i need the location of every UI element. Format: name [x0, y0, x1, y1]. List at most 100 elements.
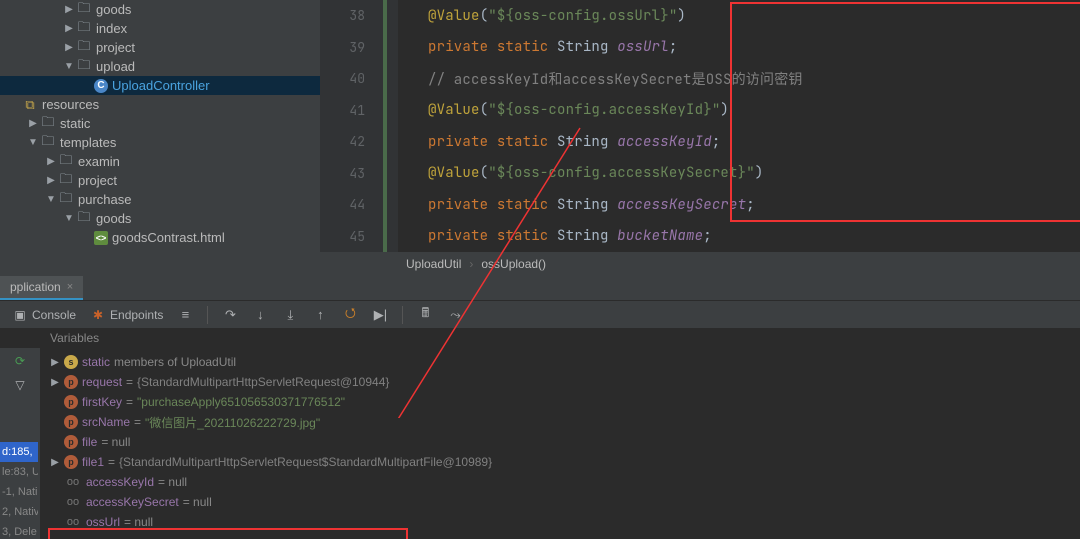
code-text[interactable]: private static String ossUrl;	[398, 38, 803, 56]
variable-row[interactable]: ▶pfile1 = {StandardMultipartHttpServletR…	[40, 452, 1080, 472]
code-line[interactable]: 42 private static String accessKeyId;	[320, 126, 803, 158]
line-number[interactable]: 39	[320, 32, 375, 64]
line-number[interactable]: 44	[320, 189, 375, 221]
code-text[interactable]: private static String accessKeySecret;	[398, 196, 803, 214]
caret-icon[interactable]: ▶	[64, 23, 74, 34]
caret-icon[interactable]: ▶	[64, 4, 74, 15]
code-editor[interactable]: 38 @Value("${oss-config.ossUrl}") 39 privat…	[320, 0, 1080, 276]
caret-icon[interactable]: ▶	[46, 175, 56, 186]
filter-icon[interactable]: ▽	[9, 376, 31, 394]
tree-item-uploadcontroller[interactable]: CUploadController	[0, 76, 320, 95]
variable-row[interactable]: ooaccessKeySecret = null	[40, 492, 1080, 512]
code-line[interactable]: 40 // accessKeyId和accessKeySecret是OSS的访问密…	[320, 63, 803, 95]
tree-item-label: goods	[96, 2, 131, 17]
caret-icon[interactable]: ▶	[64, 42, 74, 53]
tree-item-purchase[interactable]: ▼🗀purchase	[0, 190, 320, 209]
variable-name: ossUrl	[86, 515, 120, 529]
tree-item-goods[interactable]: ▼🗀goods	[0, 209, 320, 228]
code-text[interactable]: private static String bucketName;	[398, 227, 803, 245]
tab-endpoints[interactable]: ✱ Endpoints	[90, 307, 163, 323]
stack-frame[interactable]: -1, Nati	[0, 482, 38, 502]
tree-item-label: UploadController	[112, 78, 210, 93]
tree-item-templates[interactable]: ▼🗀templates	[0, 133, 320, 152]
gutter-mark	[375, 95, 398, 127]
debug-toolbar: ▣ Console ✱ Endpoints ≡ ↷ ↓ ⤓ ↑ ⭯ ▶| 🖩 ⤳	[0, 300, 1080, 328]
variable-name: request	[82, 375, 122, 389]
line-number[interactable]: 40	[320, 63, 375, 95]
code-text[interactable]: @Value("${oss-config.ossUrl}")	[398, 7, 803, 25]
code-line[interactable]: 43 @Value("${oss-config.accessKeySecret}"…	[320, 158, 803, 190]
evaluate-icon[interactable]: 🖩	[417, 307, 433, 323]
stack-frame[interactable]: 3, Dele	[0, 522, 38, 539]
frames-panel[interactable]: d:185,le:83, U-1, Nati2, Nativ3, Dele98,…	[0, 442, 38, 539]
code-text[interactable]: @Value("${oss-config.accessKeySecret}")	[398, 164, 803, 182]
variable-row[interactable]: ooaccessKeyId = null	[40, 472, 1080, 492]
code-text[interactable]: @Value("${oss-config.accessKeyId}")	[398, 101, 803, 119]
breadcrumb[interactable]: UploadUtil › ossUpload()	[320, 252, 1080, 276]
caret-icon[interactable]: ▼	[64, 61, 74, 72]
line-number[interactable]: 45	[320, 221, 375, 253]
step-out-icon[interactable]: ↑	[312, 307, 328, 323]
code-line[interactable]: 38 @Value("${oss-config.ossUrl}")	[320, 0, 803, 32]
caret-icon[interactable]: ▼	[64, 213, 74, 224]
gutter-mark	[375, 32, 398, 64]
force-step-into-icon[interactable]: ⤓	[282, 307, 298, 323]
line-number[interactable]: 43	[320, 158, 375, 190]
line-number[interactable]: 38	[320, 0, 375, 32]
gutter-mark	[375, 158, 398, 190]
tree-item-examin[interactable]: ▶🗀examin	[0, 152, 320, 171]
variables-panel[interactable]: ▶sstatic members of UploadUtil▶prequest …	[40, 348, 1080, 539]
variable-row[interactable]: psrcName = "微信图片_20211026222729.jpg"	[40, 412, 1080, 432]
variable-row[interactable]: ▶sstatic members of UploadUtil	[40, 352, 1080, 372]
code-line[interactable]: 41 @Value("${oss-config.accessKeyId}")	[320, 95, 803, 127]
code-text[interactable]: // accessKeyId和accessKeySecret是OSS的访问密钥	[398, 69, 803, 89]
run-to-cursor-icon[interactable]: ▶|	[372, 307, 388, 323]
folder-icon: 🗀	[76, 59, 92, 75]
trace-icon[interactable]: ⤳	[447, 307, 463, 323]
tab-application[interactable]: pplication ×	[0, 276, 83, 300]
caret-icon[interactable]: ▼	[28, 137, 38, 148]
code-line[interactable]: 45 private static String bucketName;	[320, 221, 803, 253]
tab-console[interactable]: ▣ Console	[12, 307, 76, 323]
variable-row[interactable]: pfile = null	[40, 432, 1080, 452]
line-number[interactable]: 42	[320, 126, 375, 158]
code-line[interactable]: 39 private static String ossUrl;	[320, 32, 803, 64]
tree-item-index[interactable]: ▶🗀index	[0, 19, 320, 38]
tree-item-goods[interactable]: ▶🗀goods	[0, 0, 320, 19]
stack-frame[interactable]: 2, Nativ	[0, 502, 38, 522]
tree-item-static[interactable]: ▶🗀static	[0, 114, 320, 133]
gutter-mark	[375, 221, 398, 253]
line-number[interactable]: 41	[320, 95, 375, 127]
caret-icon[interactable]: ▶	[50, 377, 60, 388]
field-icon: p	[64, 455, 78, 469]
caret-icon[interactable]: ▶	[50, 457, 60, 468]
drop-frame-icon[interactable]: ⭯	[342, 307, 358, 323]
tool-window-tabs[interactable]: pplication ×	[0, 276, 1080, 300]
project-tree[interactable]: ▶🗀goods▶🗀index▶🗀project▼🗀uploadCUploadCo…	[0, 0, 320, 276]
tree-item-upload[interactable]: ▼🗀upload	[0, 57, 320, 76]
breadcrumb-item[interactable]: ossUpload()	[481, 257, 546, 271]
rerun-icon[interactable]: ⟳	[9, 352, 31, 370]
tree-item-project[interactable]: ▶🗀project	[0, 38, 320, 57]
step-over-icon[interactable]: ↷	[222, 307, 238, 323]
tree-item-resources[interactable]: ⧉resources	[0, 95, 320, 114]
code-line[interactable]: 44 private static String accessKeySecret;	[320, 189, 803, 221]
code-text[interactable]: private static String accessKeyId;	[398, 133, 803, 151]
tree-item-goodscontrast-html[interactable]: <>goodsContrast.html	[0, 228, 320, 247]
variable-row[interactable]: pfirstKey = "purchaseApply65105653037177…	[40, 392, 1080, 412]
caret-icon[interactable]: ▶	[50, 357, 60, 368]
caret-icon[interactable]: ▼	[46, 194, 56, 205]
step-into-icon[interactable]: ↓	[252, 307, 268, 323]
variable-row[interactable]: ooossUrl = null	[40, 512, 1080, 532]
caret-icon[interactable]: ▶	[28, 118, 38, 129]
stack-frame[interactable]: le:83, U	[0, 462, 38, 482]
caret-icon[interactable]: ▶	[46, 156, 56, 167]
close-icon[interactable]: ×	[67, 281, 73, 293]
stack-frame[interactable]: d:185,	[0, 442, 38, 462]
tree-item-label: project	[78, 173, 117, 188]
breadcrumb-item[interactable]: UploadUtil	[406, 257, 461, 271]
variable-row[interactable]: ▶prequest = {StandardMultipartHttpServle…	[40, 372, 1080, 392]
watch-icon: oo	[64, 515, 82, 529]
tree-item-project[interactable]: ▶🗀project	[0, 171, 320, 190]
layout-icon[interactable]: ≡	[177, 307, 193, 323]
